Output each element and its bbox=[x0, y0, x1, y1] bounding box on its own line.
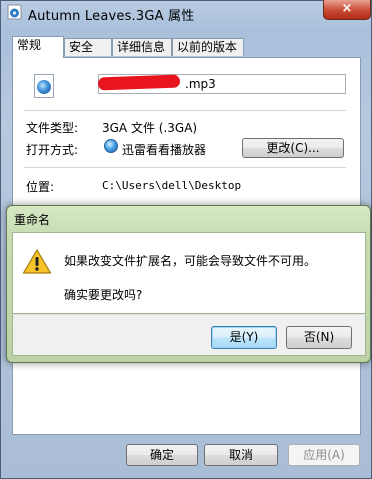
tab-security[interactable]: 安全 bbox=[64, 38, 112, 56]
openwith-label: 打开方式: bbox=[26, 143, 79, 157]
apply-button[interactable]: 应用(A) bbox=[288, 444, 360, 466]
file-type-icon bbox=[34, 74, 54, 98]
close-button[interactable]: × bbox=[323, 0, 371, 20]
dialog-message: 如果改变文件扩展名，可能会导致文件不可用。 bbox=[64, 254, 317, 268]
filename-text: .mp3 bbox=[185, 77, 216, 91]
dialog-title: 重命名 bbox=[14, 213, 51, 227]
tab-general[interactable]: 常规 bbox=[12, 36, 64, 58]
tab-details[interactable]: 详细信息 bbox=[112, 38, 172, 56]
openwith-app: 迅雷看看播放器 bbox=[122, 143, 207, 157]
filetype-label: 文件类型: bbox=[26, 121, 79, 135]
location-label: 位置: bbox=[26, 180, 55, 194]
filetype-value: 3GA 文件 (.3GA) bbox=[102, 121, 198, 135]
divider bbox=[24, 110, 346, 111]
no-button[interactable]: 否(N) bbox=[286, 326, 352, 349]
divider bbox=[24, 167, 346, 168]
player-app-icon bbox=[104, 139, 118, 153]
tab-previous-versions[interactable]: 以前的版本 bbox=[172, 38, 244, 56]
location-value: C:\Users\dell\Desktop bbox=[102, 179, 242, 192]
dialog-question: 确实要更改吗? bbox=[64, 288, 143, 302]
yes-button[interactable]: 是(Y) bbox=[211, 326, 277, 349]
cancel-button[interactable]: 取消 bbox=[204, 444, 278, 466]
warning-icon bbox=[22, 249, 52, 274]
ok-button[interactable]: 确定 bbox=[126, 444, 198, 466]
change-button[interactable]: 更改(C)... bbox=[242, 138, 344, 158]
audio-file-icon bbox=[7, 4, 22, 20]
window-title: Autumn Leaves.3GA 属性 bbox=[28, 9, 195, 24]
